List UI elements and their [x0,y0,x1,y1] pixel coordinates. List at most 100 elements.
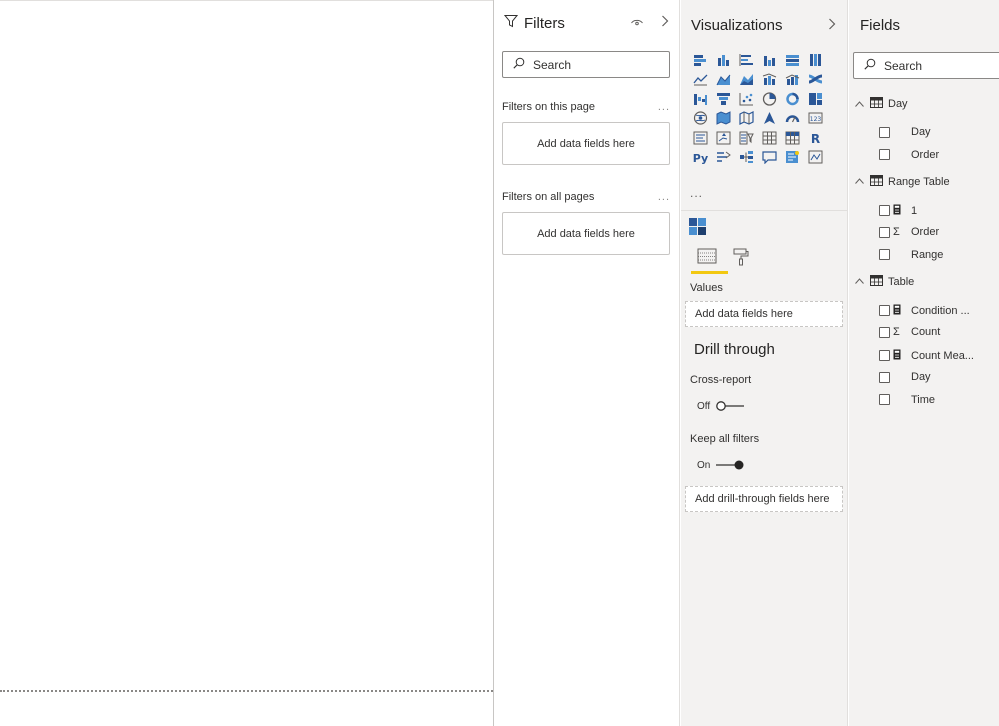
line-chart-icon[interactable] [689,70,711,90]
kpi-icon[interactable] [712,128,734,148]
scatter-icon[interactable] [735,89,757,109]
chevron-up-icon[interactable] [855,176,865,187]
more-options-icon[interactable]: ... [658,101,670,113]
field-item[interactable]: Count Mea... [879,349,974,363]
clustered-column-icon[interactable] [758,50,780,70]
filled-map-icon[interactable] [712,109,734,129]
values-dropzone[interactable]: Add data fields here [685,301,843,327]
line-clustered-column-icon[interactable] [758,70,780,90]
sigma-icon: Σ [893,226,900,238]
fields-title: Fields [860,17,901,34]
decomposition-tree-icon[interactable] [735,148,757,168]
field-checkbox[interactable] [879,350,890,361]
matrix-icon[interactable] [781,128,803,148]
svg-text:R: R [810,132,819,145]
more-options-icon[interactable]: ... [658,191,670,203]
calculator-icon [893,304,901,318]
chevron-right-icon[interactable] [828,17,836,33]
field-item[interactable]: Condition ... [879,304,970,318]
100-stacked-bar-icon[interactable] [781,50,803,70]
filters-on-all-pages-dropzone[interactable]: Add data fields here [502,212,670,255]
treemap-icon[interactable] [804,89,826,109]
card-icon[interactable]: 123 [804,109,826,129]
filters-search-placeholder: Search [533,57,572,72]
chevron-up-icon[interactable] [855,99,865,110]
field-table-1[interactable]: Range Table [855,174,950,189]
gauge-icon[interactable] [781,109,803,129]
funnel-icon[interactable] [712,89,734,109]
field-item[interactable]: Σ Order [879,226,939,238]
toggle-state: On [697,459,711,471]
donut-chart-icon[interactable] [781,89,803,109]
table-icon [870,274,883,289]
svg-text:Py: Py [693,152,708,164]
qa-icon[interactable] [758,148,780,168]
field-checkbox[interactable] [879,126,890,138]
map-icon[interactable] [689,109,711,129]
field-checkbox[interactable] [879,205,890,216]
visualizations-pane: Visualizations 123 R Py ... Values Add d… [681,0,848,726]
field-checkbox[interactable] [879,371,890,383]
key-influencers-icon[interactable] [712,148,734,168]
fields-search-input[interactable]: Search [853,52,999,79]
search-icon [513,57,525,72]
field-checkbox[interactable] [879,149,890,160]
filters-on-page-header: Filters on this page ... [502,101,670,113]
waterfall-icon[interactable] [689,89,711,109]
smart-narrative-icon[interactable] [781,148,803,168]
field-item[interactable]: Day [879,371,931,383]
shape-map-icon[interactable] [735,109,757,129]
line-stacked-column-icon[interactable] [781,70,803,90]
fields-tab-icon[interactable] [697,248,717,269]
area-chart-icon[interactable] [712,70,734,90]
field-checkbox[interactable] [879,326,890,338]
stacked-bar-icon[interactable] [689,50,711,70]
stacked-column-icon[interactable] [712,50,734,70]
chevron-right-icon[interactable] [661,14,669,30]
field-label: Time [911,393,936,406]
custom-visual-icon[interactable] [689,218,706,240]
field-label: Count [911,326,941,338]
field-item[interactable]: Order [879,149,939,161]
clustered-bar-icon[interactable] [735,50,757,70]
ribbon-chart-icon[interactable] [804,70,826,90]
dropzone-label: Add drill-through fields here [695,493,830,505]
keep-all-filters-label: Keep all filters [690,433,760,445]
table-name: Range Table [888,175,950,188]
stacked-area-icon[interactable] [735,70,757,90]
slicer-icon[interactable] [735,128,757,148]
format-paintbrush-icon[interactable] [733,248,749,271]
keep-all-filters-toggle[interactable]: On [697,459,745,471]
chevron-up-icon[interactable] [855,276,865,287]
calculator-icon [893,349,901,363]
filters-search-input[interactable]: Search [502,51,670,78]
field-item[interactable]: 1 [879,204,917,218]
table-icon[interactable] [758,128,780,148]
pie-chart-icon[interactable] [758,89,780,109]
cross-report-toggle[interactable]: Off [697,400,745,412]
field-checkbox[interactable] [879,226,890,238]
field-table-0[interactable]: Day [855,97,908,111]
eye-icon[interactable] [631,18,643,30]
field-item[interactable]: Day [879,126,931,138]
python-visual-icon[interactable]: Py [689,148,711,168]
more-visuals-icon[interactable]: ... [690,186,703,200]
report-canvas[interactable] [0,0,493,726]
visual-gallery: 123 R Py [689,50,826,167]
100-stacked-column-icon[interactable] [804,50,826,70]
r-visual-icon[interactable]: R [804,128,826,148]
field-checkbox[interactable] [879,394,890,405]
toggle-off-icon [715,400,745,412]
azure-map-icon[interactable] [758,109,780,129]
field-item[interactable]: Range [879,249,943,261]
multi-row-card-icon[interactable] [689,128,711,148]
paginated-report-icon[interactable] [804,148,826,168]
field-checkbox[interactable] [879,249,890,260]
field-table-2[interactable]: Table [855,274,914,289]
toggle-state: Off [697,400,711,412]
field-checkbox[interactable] [879,305,890,316]
field-item[interactable]: Time [879,394,935,406]
filters-on-page-dropzone[interactable]: Add data fields here [502,122,670,165]
drill-through-dropzone[interactable]: Add drill-through fields here [685,486,843,512]
field-item[interactable]: Σ Count [879,326,940,338]
